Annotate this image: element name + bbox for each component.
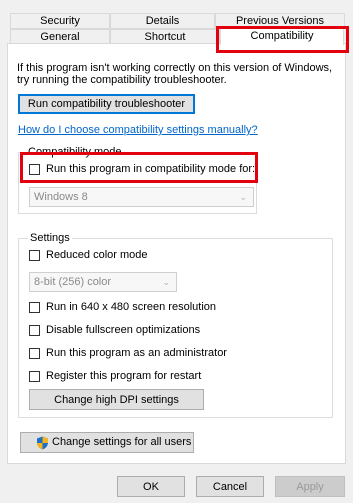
ok-button[interactable]: OK xyxy=(117,476,185,497)
fullscreen-label[interactable]: Disable fullscreen optimizations xyxy=(46,324,200,337)
tab-shortcut-label: Shortcut xyxy=(144,31,186,43)
tab-previous-versions-label: Previous Versions xyxy=(235,15,325,27)
compat-mode-title: Compatibility mode xyxy=(26,146,124,158)
os-version-value: Windows 8 xyxy=(34,191,88,203)
tab-shortcut[interactable]: Shortcut xyxy=(110,29,220,44)
fullscreen-checkbox[interactable] xyxy=(29,325,40,336)
change-dpi-button[interactable]: Change high DPI settings xyxy=(29,389,204,410)
color-depth-select[interactable]: 8-bit (256) color ⌄ xyxy=(29,272,177,292)
uac-shield-icon xyxy=(37,436,48,450)
tab-security-label: Security xyxy=(40,15,80,27)
intro-text-line2: try running the compatibility troublesho… xyxy=(17,74,227,86)
tab-previous-versions[interactable]: Previous Versions xyxy=(215,13,345,29)
tab-details-label: Details xyxy=(145,15,180,27)
tab-compatibility[interactable]: Compatibility xyxy=(220,28,344,45)
admin-label[interactable]: Run this program as an administrator xyxy=(46,347,227,360)
reduced-color-checkbox[interactable] xyxy=(29,250,40,261)
resolution-checkbox[interactable] xyxy=(29,302,40,313)
compat-mode-label[interactable]: Run this program in compatibility mode f… xyxy=(46,163,255,176)
admin-checkbox[interactable] xyxy=(29,348,40,359)
compat-mode-checkbox[interactable] xyxy=(29,164,40,175)
tab-compatibility-label: Compatibility xyxy=(250,30,314,42)
all-users-button[interactable]: Change settings for all users xyxy=(20,432,194,453)
apply-button[interactable]: Apply xyxy=(275,476,345,497)
tab-general-label: General xyxy=(40,31,80,43)
restart-label[interactable]: Register this program for restart xyxy=(46,370,201,383)
tab-security[interactable]: Security xyxy=(10,13,110,29)
os-version-select[interactable]: Windows 8 ⌄ xyxy=(29,187,254,207)
reduced-color-label[interactable]: Reduced color mode xyxy=(46,249,148,262)
resolution-label[interactable]: Run in 640 x 480 screen resolution xyxy=(46,301,216,314)
chevron-down-icon: ⌄ xyxy=(239,192,247,202)
chevron-down-icon: ⌄ xyxy=(162,277,170,287)
all-users-label: Change settings for all users xyxy=(52,436,192,448)
run-troubleshooter-button[interactable]: Run compatibility troubleshooter xyxy=(18,94,195,114)
restart-checkbox[interactable] xyxy=(29,371,40,382)
settings-title: Settings xyxy=(28,232,72,244)
cancel-button[interactable]: Cancel xyxy=(196,476,264,497)
color-depth-value: 8-bit (256) color xyxy=(34,276,112,288)
manual-settings-link[interactable]: How do I choose compatibility settings m… xyxy=(18,124,258,137)
tab-details[interactable]: Details xyxy=(110,13,215,29)
tab-general[interactable]: General xyxy=(10,29,110,44)
